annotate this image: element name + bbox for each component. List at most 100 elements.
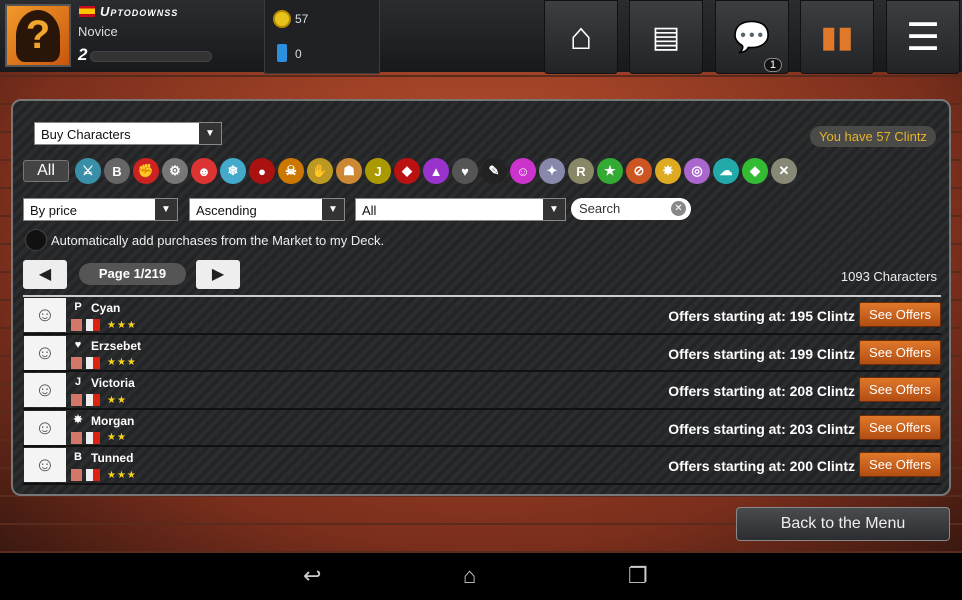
xp-bar [90, 51, 212, 62]
clan-filter-icon[interactable]: ☁ [713, 158, 739, 184]
home-icon: ⌂ [569, 15, 593, 58]
see-offers-button[interactable]: See Offers [859, 302, 941, 327]
bonus-icon [86, 356, 100, 369]
offer-price: Offers starting at: 195 Clintz [668, 308, 855, 324]
character-row: ☺ B Tunned ★★★ Offers starting at: 200 C… [23, 447, 941, 485]
chat-bubble-icon: 💬 [733, 20, 771, 54]
chevron-down-icon: ▼ [155, 199, 177, 220]
clan-filter-icon[interactable]: ⚙ [162, 158, 188, 184]
clan-icon: ✸ [73, 413, 83, 426]
clan-filter-icon[interactable]: ◎ [684, 158, 710, 184]
clan-filter-icon[interactable]: ☺ [510, 158, 536, 184]
clan-filter-icon[interactable]: ♥ [452, 158, 478, 184]
character-name: Erzsebet [91, 338, 142, 353]
auto-add-checkbox[interactable] [25, 229, 47, 251]
clan-filter-icon[interactable]: R [568, 158, 594, 184]
clan-filter-icon[interactable]: ☻ [191, 158, 217, 184]
newspaper-icon: ▤ [651, 20, 681, 54]
ability-icon [71, 319, 82, 331]
recent-apps-icon[interactable]: ❐ [628, 563, 648, 589]
clan-icon: ♥ [74, 338, 82, 351]
messages-button[interactable]: 💬 1 [715, 0, 789, 74]
messages-badge: 1 [763, 58, 782, 72]
arrow-right-icon: ▶ [211, 266, 225, 283]
character-name: Morgan [91, 413, 135, 428]
clan-filter-icon[interactable]: ▲ [423, 158, 449, 184]
chevron-down-icon: ▼ [322, 199, 344, 220]
home-nav-icon[interactable]: ⌂ [463, 563, 476, 589]
clan-filter-icon[interactable]: ✦ [539, 158, 565, 184]
clan-filter-all[interactable]: All [23, 160, 69, 182]
see-offers-button[interactable]: See Offers [859, 339, 941, 365]
character-row: ☺ P Cyan ★★★ Offers starting at: 195 Cli… [23, 297, 941, 335]
collection-button[interactable]: ▮▮ [800, 0, 874, 74]
clintz-coin-icon [273, 10, 291, 28]
menu-button[interactable]: ☰ [886, 0, 960, 74]
clan-filter-icon[interactable]: ⊘ [626, 158, 652, 184]
cards-icon: ▮▮ [820, 20, 854, 54]
character-portrait: ☺ [24, 335, 66, 370]
bonus-icon [86, 319, 100, 331]
clan-filter-icon[interactable]: ❄ [220, 158, 246, 184]
clan-filter-icon[interactable]: B [104, 158, 130, 184]
character-portrait: ☺ [24, 298, 66, 332]
clan-filter-icon[interactable]: ⚔ [75, 158, 101, 184]
bonus-icon [86, 469, 100, 482]
ability-icon [71, 356, 82, 369]
mode-select[interactable]: Buy Characters ▼ [34, 122, 222, 145]
clan-filter-icon[interactable]: ✎ [481, 158, 507, 184]
character-row: ☺ ♥ Erzsebet ★★★ Offers starting at: 199… [23, 335, 941, 373]
sort-select[interactable]: By price ▼ [23, 198, 178, 221]
resources-panel: 57 0 [264, 0, 380, 74]
spain-flag-icon [79, 6, 95, 17]
clan-icon: J [74, 376, 82, 389]
clan-filter-icon[interactable]: ★ [597, 158, 623, 184]
clan-filter-icon[interactable]: ◆ [394, 158, 420, 184]
chevron-down-icon: ▼ [199, 123, 221, 144]
clan-filter-icon[interactable]: ◆ [742, 158, 768, 184]
home-button[interactable]: ⌂ [544, 0, 618, 74]
see-offers-button[interactable]: See Offers [859, 452, 941, 478]
search-input[interactable]: Search ✕ [571, 198, 691, 220]
clan-filter-icon[interactable]: J [365, 158, 391, 184]
clintz-value: 57 [295, 12, 309, 26]
arrow-left-icon: ◀ [38, 266, 52, 283]
clan-filter-icon[interactable]: ✸ [655, 158, 681, 184]
see-offers-button[interactable]: See Offers [859, 414, 941, 440]
back-to-menu-button[interactable]: Back to the Menu [736, 507, 950, 541]
offer-price: Offers starting at: 199 Clintz [668, 345, 855, 362]
ability-icon [71, 394, 82, 407]
clan-icon: B [74, 451, 82, 464]
clan-filter-icon[interactable]: ● [249, 158, 275, 184]
bonus-icon [86, 394, 100, 407]
character-name: Tunned [91, 451, 134, 466]
see-offers-button[interactable]: See Offers [859, 377, 941, 403]
username: Uptodownss [100, 4, 179, 19]
order-select[interactable]: Ascending ▼ [189, 198, 345, 221]
back-icon[interactable]: ↩ [303, 563, 321, 589]
ability-icon [71, 431, 82, 444]
credits-value: 0 [295, 47, 302, 61]
next-page-button[interactable]: ▶ [196, 260, 240, 289]
clan-filter-icon[interactable]: ✋ [307, 158, 333, 184]
clan-filter-icon[interactable]: ☗ [336, 158, 362, 184]
clan-filter-icon[interactable]: ☠ [278, 158, 304, 184]
hamburger-icon: ☰ [905, 16, 941, 59]
clan-filter-icon[interactable]: ✕ [771, 158, 797, 184]
level: 2 [78, 45, 88, 64]
market-panel: Buy Characters ▼ You have 57 Clintz All ⚔… [11, 99, 951, 496]
rarity-select[interactable]: All ▼ [355, 198, 566, 221]
character-portrait: ☺ [24, 373, 66, 408]
balance-badge: You have 57 Clintz [810, 126, 936, 147]
prev-page-button[interactable]: ◀ [23, 260, 67, 289]
clan-filter-icon[interactable]: ✊ [133, 158, 159, 184]
character-name: Cyan [91, 301, 121, 315]
character-name: Victoria [91, 376, 135, 391]
character-row: ☺ J Victoria ★★ Offers starting at: 208 … [23, 372, 941, 410]
character-portrait: ☺ [24, 410, 66, 445]
clear-icon[interactable]: ✕ [671, 201, 686, 216]
auto-add-label: Automatically add purchases from the Mar… [51, 233, 385, 248]
news-button[interactable]: ▤ [629, 0, 703, 74]
rarity-stars: ★★ [107, 394, 127, 406]
avatar[interactable]: ? [5, 4, 71, 67]
